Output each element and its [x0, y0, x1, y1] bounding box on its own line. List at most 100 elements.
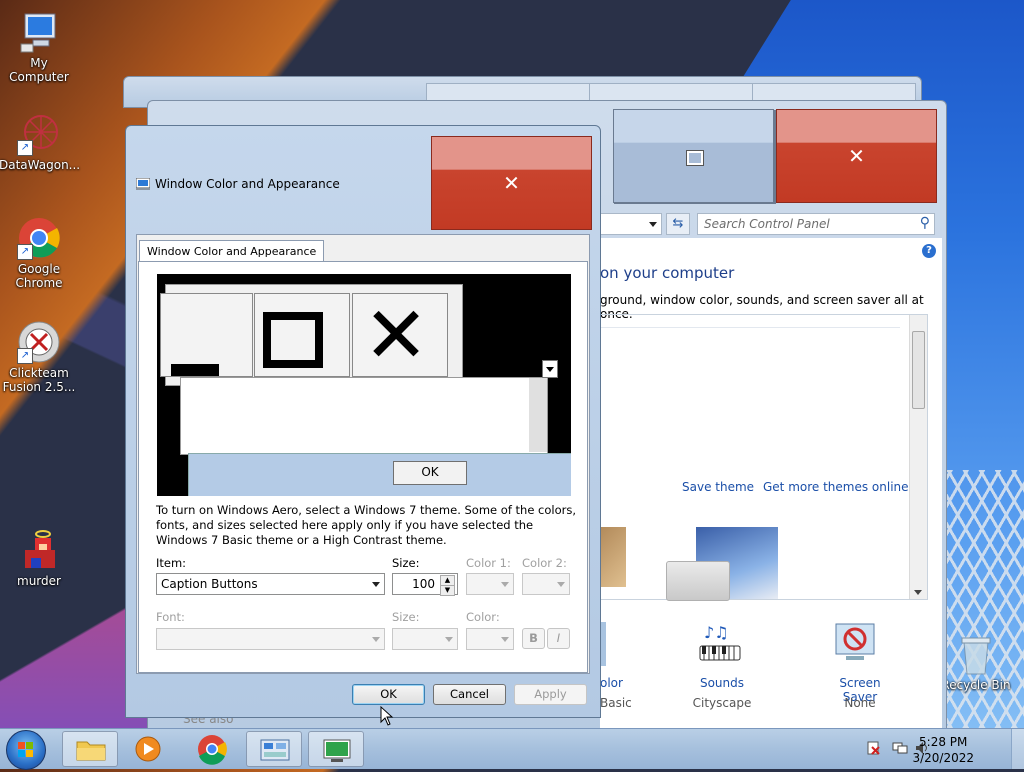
preview-message-box	[180, 377, 548, 455]
clickteam-icon: ↗	[17, 320, 61, 364]
window-color-link[interactable]: olor	[600, 676, 623, 690]
item-label: Item:	[156, 556, 187, 570]
taskbar-chrome[interactable]	[184, 731, 240, 767]
display-icon	[323, 739, 351, 762]
color2-picker[interactable]	[522, 573, 570, 595]
start-button[interactable]	[6, 730, 46, 770]
chevron-down-icon	[557, 582, 565, 587]
close-icon: ✕	[363, 291, 429, 381]
cancel-button[interactable]: Cancel	[433, 684, 506, 705]
apply-button[interactable]: Apply	[514, 684, 587, 705]
address-bar[interactable]	[600, 213, 662, 235]
control-panel-icon	[260, 739, 290, 761]
preview-close-button: ✕	[352, 293, 448, 377]
font-color-picker[interactable]	[466, 628, 514, 650]
ok-button[interactable]: OK	[352, 684, 425, 705]
taskbar-explorer[interactable]	[62, 731, 118, 767]
window-color-sub: Basic	[600, 696, 632, 710]
page-heading: on your computer	[600, 264, 735, 282]
recycle-bin-icon	[954, 632, 998, 676]
desktop-icon-chrome[interactable]: ↗ Google Chrome	[0, 216, 79, 290]
windows-logo-icon	[18, 742, 33, 757]
size-stepper[interactable]: 100 ▲ ▼	[392, 573, 458, 596]
computer-icon	[17, 10, 61, 54]
chrome-icon: ↗	[17, 216, 61, 260]
sounds-link[interactable]: Sounds	[692, 676, 752, 690]
folder-icon	[76, 741, 106, 761]
chevron-down-icon	[445, 637, 453, 642]
desktop-icon-label: DataWagon...	[0, 158, 81, 172]
screen-saver-icon[interactable]	[834, 622, 880, 666]
refresh-button[interactable]: ⇆	[666, 213, 690, 235]
font-size-select[interactable]	[392, 628, 458, 650]
game-icon	[17, 528, 61, 572]
font-select[interactable]	[156, 628, 385, 650]
save-theme-link[interactable]: Save theme	[682, 480, 754, 494]
italic-button[interactable]: I	[547, 628, 570, 649]
network-icon[interactable]	[892, 740, 908, 756]
help-icon[interactable]: ?	[922, 244, 936, 258]
maximize-icon	[263, 312, 323, 368]
clock-time: 5:28 PM	[919, 735, 968, 749]
search-icon[interactable]: ⚲	[920, 215, 930, 231]
theme-list[interactable]: Save theme Get more themes online	[600, 314, 928, 601]
sounds-icon[interactable]: ♪♫	[696, 622, 746, 666]
dialog-title: Window Color and Appearance	[155, 177, 340, 191]
dialog-close-button[interactable]: ✕	[431, 136, 592, 230]
search-placeholder: Search Control Panel	[704, 217, 830, 231]
chevron-down-icon	[501, 637, 509, 642]
font-label: Font:	[156, 610, 185, 624]
taskbar: 5:28 PM 3/20/2022	[0, 728, 1024, 770]
preview-scroll-arrow	[542, 360, 558, 378]
control-panel-close-button[interactable]: ✕	[776, 109, 937, 203]
theme-thumbnail-basic[interactable]	[666, 561, 730, 601]
desktop-icon-my-computer[interactable]: My Computer	[0, 10, 79, 84]
desktop-icon-datawagon[interactable]: ↗ DataWagon...	[0, 112, 81, 172]
preview-scrollbar	[529, 378, 547, 452]
mouse-cursor	[380, 705, 394, 726]
search-input[interactable]: Search Control Panel ⚲	[697, 213, 935, 235]
bold-button[interactable]: B	[522, 628, 545, 649]
stepper-down-icon[interactable]: ▼	[440, 585, 455, 596]
item-select[interactable]: Caption Buttons	[156, 573, 385, 595]
info-text: To turn on Windows Aero, select a Window…	[156, 503, 577, 547]
maximize-icon	[686, 150, 704, 166]
theme-thumbnail[interactable]	[600, 527, 626, 587]
refresh-icon: ⇆	[672, 216, 684, 231]
size-value: 100	[412, 577, 435, 591]
close-icon: ✕	[848, 144, 865, 168]
window-color-dialog[interactable]: Window Color and Appearance ✕ Window Col…	[125, 125, 601, 718]
minimize-icon	[171, 364, 219, 376]
tab-window-color-appearance[interactable]: Window Color and Appearance	[139, 240, 325, 263]
preview-maximize-button	[254, 293, 350, 377]
color1-label: Color 1:	[466, 556, 511, 570]
appearance-preview[interactable]: ✕ OK	[157, 274, 571, 496]
action-center-icon[interactable]	[866, 740, 880, 756]
control-panel-maximize-button[interactable]	[613, 109, 774, 203]
taskbar-display-settings[interactable]	[308, 731, 364, 767]
get-more-themes-link[interactable]: Get more themes online	[763, 480, 909, 494]
desktop-icon-murder[interactable]: murder	[0, 528, 79, 588]
svg-text:♪♫: ♪♫	[704, 623, 729, 642]
font-color-label: Color:	[466, 610, 500, 624]
chrome-icon	[198, 735, 227, 765]
desktop-icon-recycle-bin[interactable]: Recycle Bin	[936, 632, 1016, 692]
desktop-icon-label: Recycle Bin	[941, 678, 1011, 692]
item-select-value: Caption Buttons	[161, 577, 258, 591]
datawagon-icon: ↗	[17, 112, 61, 156]
desktop-icon-label: murder	[17, 574, 61, 588]
close-icon: ✕	[503, 171, 520, 195]
system-clock[interactable]: 5:28 PM 3/20/2022	[912, 734, 974, 766]
taskbar-media-player[interactable]	[120, 731, 176, 767]
preview-dialog-footer: OK	[188, 453, 571, 496]
chevron-down-icon	[649, 222, 657, 227]
font-size-label: Size:	[392, 610, 420, 624]
show-desktop-button[interactable]	[1011, 729, 1024, 769]
preview-ok-button: OK	[393, 461, 467, 485]
taskbar-control-panel[interactable]	[246, 731, 302, 767]
chevron-down-icon	[501, 582, 509, 587]
color1-picker[interactable]	[466, 573, 514, 595]
dialog-app-icon	[135, 177, 151, 191]
desktop-icon-clickteam[interactable]: ↗ Clickteam Fusion 2.5...	[0, 320, 79, 394]
theme-list-scrollbar[interactable]	[909, 315, 927, 599]
